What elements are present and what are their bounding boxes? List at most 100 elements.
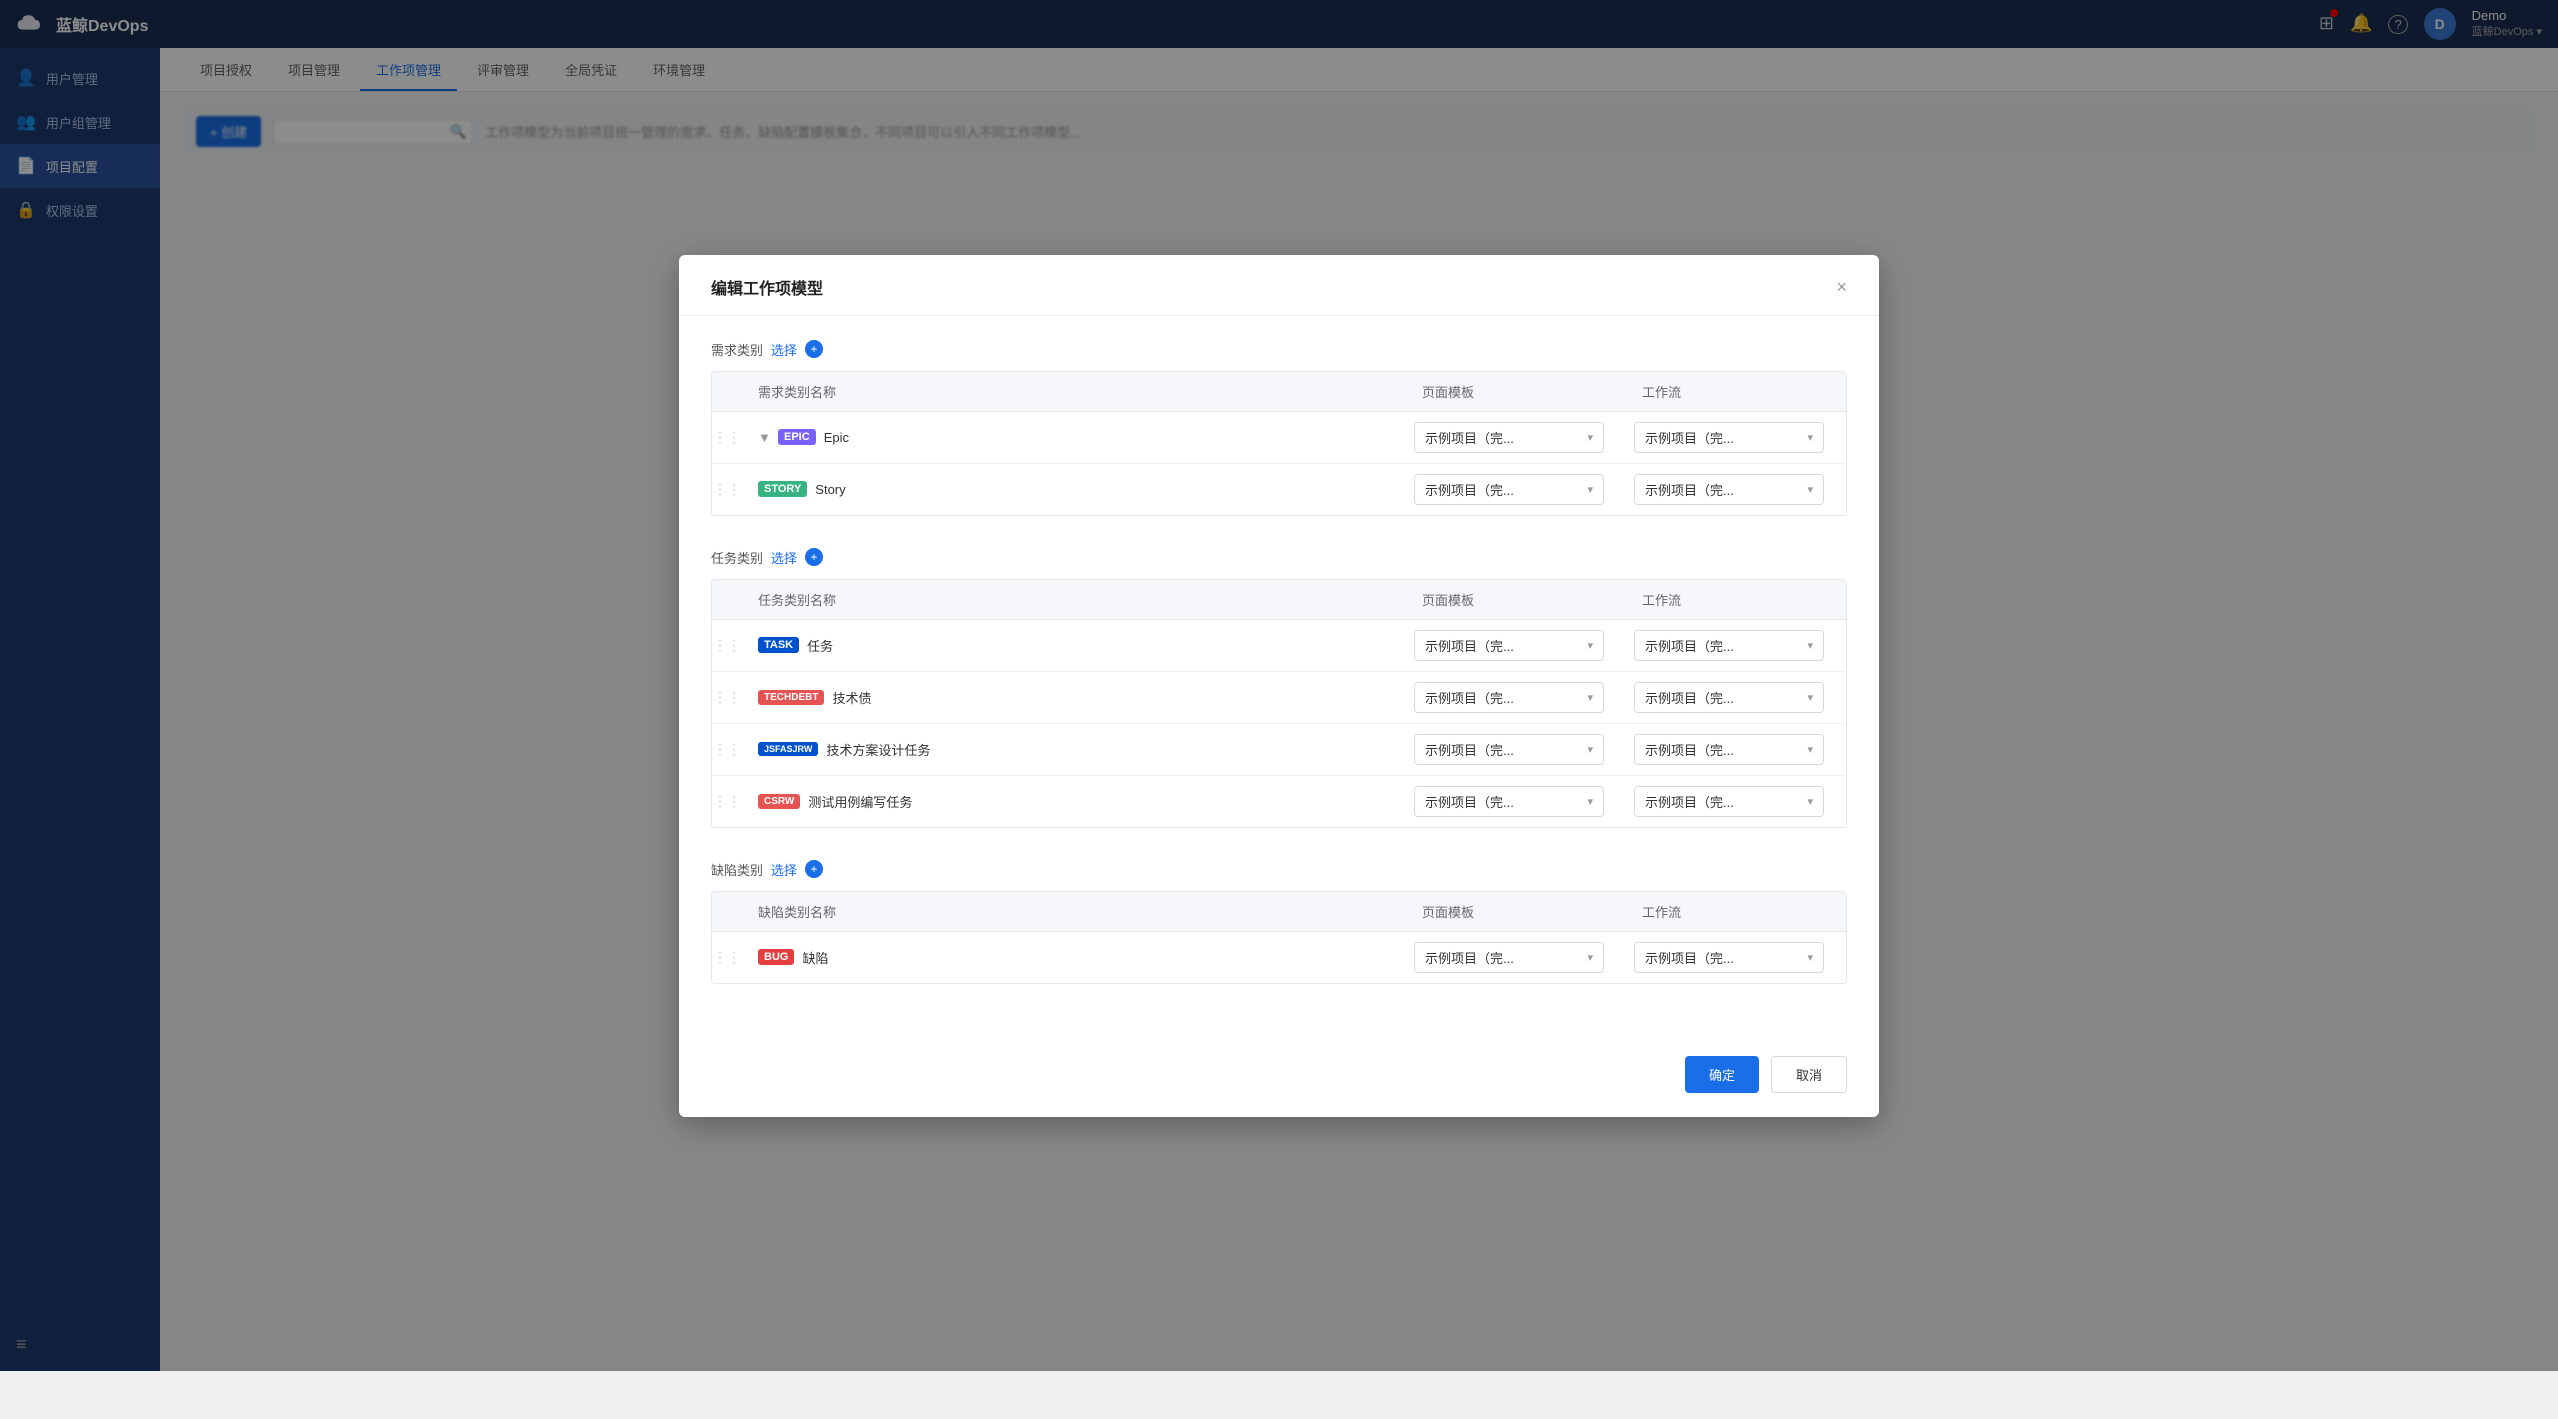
csrw-workflow-value: 示例项目（完... — [1645, 792, 1734, 811]
bug-select-btn[interactable]: 选择 — [771, 860, 797, 879]
techdebt-workflow-select[interactable]: 示例项目（完... ▾ — [1634, 682, 1824, 713]
jsfasjrw-workflow-value: 示例项目（完... — [1645, 740, 1734, 759]
bug-header-name: 缺陷类别名称 — [742, 902, 1406, 921]
indent-chevron: ▼ — [758, 430, 770, 445]
cancel-button[interactable]: 取消 — [1771, 1056, 1847, 1093]
bug-header-page: 页面模板 — [1406, 902, 1626, 921]
task-workflow-col: 示例项目（完... ▾ — [1626, 630, 1846, 661]
bug-workflow-value: 示例项目（完... — [1645, 948, 1734, 967]
csrw-label: 测试用例编写任务 — [808, 792, 912, 811]
task-workflow-select[interactable]: 示例项目（完... ▾ — [1634, 630, 1824, 661]
row-name-epic: ▼ EPIC Epic — [742, 429, 1406, 445]
jsfasjrw-page-template-select[interactable]: 示例项目（完... ▾ — [1414, 734, 1604, 765]
row-name-techdebt: TECHDEBT 技术债 — [742, 688, 1406, 707]
epic-page-template-select[interactable]: 示例项目（完... ▾ — [1414, 422, 1604, 453]
tag-epic: EPIC — [778, 429, 816, 445]
story-workflow-select[interactable]: 示例项目（完... ▾ — [1634, 474, 1824, 505]
chevron-down-icon: ▾ — [1807, 951, 1813, 964]
csrw-workflow-col: 示例项目（完... ▾ — [1626, 786, 1846, 817]
chevron-down-icon: ▾ — [1587, 431, 1593, 444]
epic-label: Epic — [824, 430, 849, 445]
modal-header: 编辑工作项模型 × — [679, 255, 1879, 316]
drag-handle[interactable]: ⋮⋮ — [712, 637, 742, 654]
bug-workflow-col: 示例项目（完... ▾ — [1626, 942, 1846, 973]
table-row: ⋮⋮ STORY Story 示例项目（完... ▾ — [712, 464, 1846, 515]
chevron-down-icon: ▾ — [1807, 691, 1813, 704]
table-row: ⋮⋮ TECHDEBT 技术债 示例项目（完... ▾ — [712, 672, 1846, 724]
row-name-story: STORY Story — [742, 481, 1406, 497]
task-table: 任务类别名称 页面模板 工作流 ⋮⋮ TASK 任务 示例项目（完 — [711, 579, 1847, 828]
techdebt-workflow-value: 示例项目（完... — [1645, 688, 1734, 707]
techdebt-workflow-col: 示例项目（完... ▾ — [1626, 682, 1846, 713]
jsfasjrw-workflow-select[interactable]: 示例项目（完... ▾ — [1634, 734, 1824, 765]
bug-name-label: 缺陷 — [802, 948, 828, 967]
epic-workflow-select[interactable]: 示例项目（完... ▾ — [1634, 422, 1824, 453]
requirement-section: 需求类别 选择 + 需求类别名称 页面模板 工作流 ⋮⋮ ▼ — [711, 340, 1847, 516]
bug-label: 缺陷类别 — [711, 860, 763, 879]
jsfasjrw-label: 技术方案设计任务 — [826, 740, 930, 759]
row-name-bug: BUG 缺陷 — [742, 948, 1406, 967]
bug-page-template-select[interactable]: 示例项目（完... ▾ — [1414, 942, 1604, 973]
chevron-down-icon: ▾ — [1807, 483, 1813, 496]
table-row: ⋮⋮ BUG 缺陷 示例项目（完... ▾ — [712, 932, 1846, 983]
story-page-template-select[interactable]: 示例项目（完... ▾ — [1414, 474, 1604, 505]
task-add-btn[interactable]: + — [805, 548, 823, 566]
bug-page-template-value: 示例项目（完... — [1425, 948, 1514, 967]
chevron-down-icon: ▾ — [1587, 743, 1593, 756]
modal-title: 编辑工作项模型 — [711, 275, 823, 299]
req-header-name: 需求类别名称 — [742, 382, 1406, 401]
bug-section-header: 缺陷类别 选择 + — [711, 860, 1847, 879]
modal-body: 需求类别 选择 + 需求类别名称 页面模板 工作流 ⋮⋮ ▼ — [679, 316, 1879, 1040]
story-page-template-col: 示例项目（完... ▾ — [1406, 474, 1626, 505]
chevron-down-icon: ▾ — [1807, 795, 1813, 808]
techdebt-page-template-value: 示例项目（完... — [1425, 688, 1514, 707]
tag-bug: BUG — [758, 949, 794, 965]
bug-table: 缺陷类别名称 页面模板 工作流 ⋮⋮ BUG 缺陷 示例项目（完. — [711, 891, 1847, 984]
drag-handle[interactable]: ⋮⋮ — [712, 741, 742, 758]
task-page-template-col: 示例项目（完... ▾ — [1406, 630, 1626, 661]
requirement-select-btn[interactable]: 选择 — [771, 340, 797, 359]
csrw-workflow-select[interactable]: 示例项目（完... ▾ — [1634, 786, 1824, 817]
requirement-table-header: 需求类别名称 页面模板 工作流 — [712, 372, 1846, 412]
drag-handle[interactable]: ⋮⋮ — [712, 481, 742, 498]
requirement-add-btn[interactable]: + — [805, 340, 823, 358]
task-header-page: 页面模板 — [1406, 590, 1626, 609]
table-row: ⋮⋮ CSRW 测试用例编写任务 示例项目（完... ▾ — [712, 776, 1846, 827]
csrw-page-template-select[interactable]: 示例项目（完... ▾ — [1414, 786, 1604, 817]
task-header-drag — [712, 590, 744, 609]
chevron-down-icon: ▾ — [1587, 795, 1593, 808]
drag-handle[interactable]: ⋮⋮ — [712, 793, 742, 810]
drag-handle[interactable]: ⋮⋮ — [712, 949, 742, 966]
chevron-down-icon: ▾ — [1807, 639, 1813, 652]
req-header-workflow: 工作流 — [1626, 382, 1846, 401]
jsfasjrw-workflow-col: 示例项目（完... ▾ — [1626, 734, 1846, 765]
csrw-page-template-col: 示例项目（完... ▾ — [1406, 786, 1626, 817]
table-row: ⋮⋮ JSFASJRW 技术方案设计任务 示例项目（完... ▾ — [712, 724, 1846, 776]
techdebt-page-template-select[interactable]: 示例项目（完... ▾ — [1414, 682, 1604, 713]
epic-workflow-value: 示例项目（完... — [1645, 428, 1734, 447]
requirement-section-header: 需求类别 选择 + — [711, 340, 1847, 359]
task-label: 任务类别 — [711, 548, 763, 567]
task-header-workflow: 工作流 — [1626, 590, 1846, 609]
epic-page-template-value: 示例项目（完... — [1425, 428, 1514, 447]
row-name-jsfasjrw: JSFASJRW 技术方案设计任务 — [742, 740, 1406, 759]
bug-header-workflow: 工作流 — [1626, 902, 1846, 921]
task-workflow-value: 示例项目（完... — [1645, 636, 1734, 655]
drag-handle[interactable]: ⋮⋮ — [712, 689, 742, 706]
task-section: 任务类别 选择 + 任务类别名称 页面模板 工作流 ⋮⋮ T — [711, 548, 1847, 828]
tag-task: TASK — [758, 637, 799, 653]
modal-footer: 确定 取消 — [679, 1040, 1879, 1093]
bug-add-btn[interactable]: + — [805, 860, 823, 878]
modal-close-button[interactable]: × — [1836, 278, 1847, 296]
epic-workflow-col: 示例项目（完... ▾ — [1626, 422, 1846, 453]
task-page-template-select[interactable]: 示例项目（完... ▾ — [1414, 630, 1604, 661]
task-select-btn[interactable]: 选择 — [771, 548, 797, 567]
row-name-csrw: CSRW 测试用例编写任务 — [742, 792, 1406, 811]
story-workflow-value: 示例项目（完... — [1645, 480, 1734, 499]
task-table-header: 任务类别名称 页面模板 工作流 — [712, 580, 1846, 620]
confirm-button[interactable]: 确定 — [1685, 1056, 1759, 1093]
drag-handle[interactable]: ⋮⋮ — [712, 429, 742, 446]
chevron-down-icon: ▾ — [1587, 691, 1593, 704]
task-page-template-value: 示例项目（完... — [1425, 636, 1514, 655]
bug-workflow-select[interactable]: 示例项目（完... ▾ — [1634, 942, 1824, 973]
